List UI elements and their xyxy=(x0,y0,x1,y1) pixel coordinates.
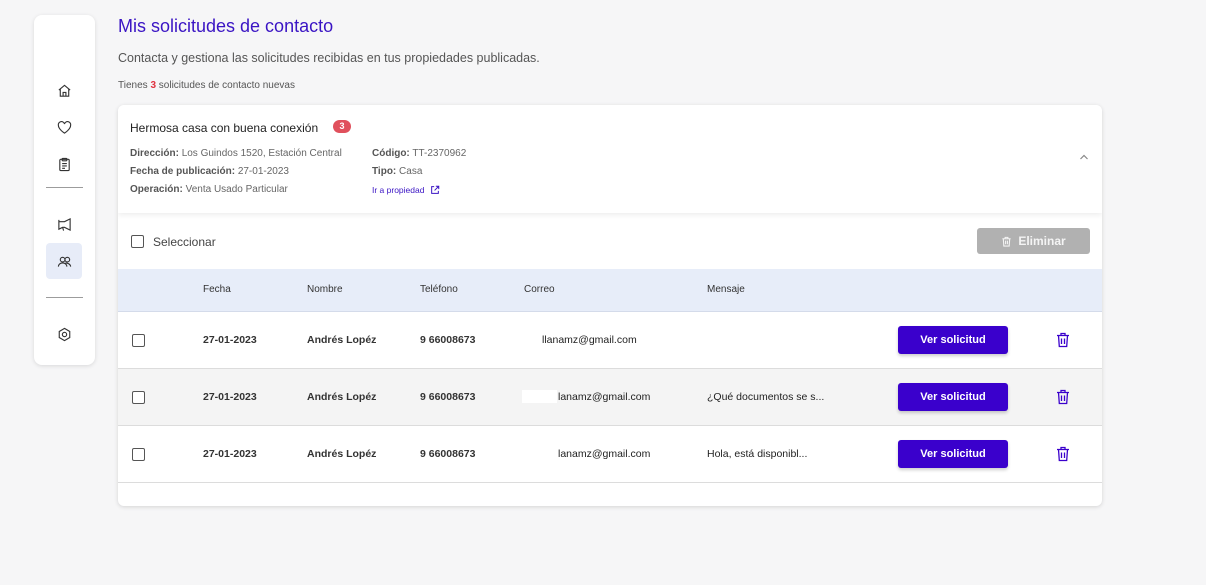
type-label: Tipo: xyxy=(372,166,397,177)
users-icon xyxy=(57,256,71,267)
row-fecha: 27-01-2023 xyxy=(203,334,257,346)
settings-icon xyxy=(58,327,70,341)
column-header-correo: Correo xyxy=(524,284,555,295)
heart-icon xyxy=(57,120,71,134)
sidebar-item-publications[interactable] xyxy=(46,146,82,182)
trash-icon[interactable] xyxy=(1056,332,1070,348)
row-checkbox[interactable] xyxy=(132,391,145,404)
column-header-telefono: Teléfono xyxy=(420,284,458,295)
table-row: 27-01-2023 Andrés Lopéz 9 66008673 llana… xyxy=(118,312,1102,369)
row-mensaje: Hola, está disponibl... xyxy=(707,448,808,460)
go-to-property-label: Ir a propiedad xyxy=(372,185,425,195)
property-type: Tipo: Casa xyxy=(372,166,422,177)
selection-toolbar: Seleccionar Eliminar xyxy=(118,213,1102,269)
trash-icon[interactable] xyxy=(1056,389,1070,405)
new-requests-counter: Tienes 3 solicitudes de contacto nuevas xyxy=(118,80,295,91)
address-value: Los Guindos 1520, Estación Central xyxy=(181,148,342,159)
code-value: TT-2370962 xyxy=(412,148,467,159)
table-row: 27-01-2023 Andrés Lopéz 9 66008673 lanam… xyxy=(118,426,1102,483)
view-request-button[interactable]: Ver solicitud xyxy=(898,440,1008,468)
view-request-button[interactable]: Ver solicitud xyxy=(898,383,1008,411)
redaction-mask xyxy=(522,390,557,403)
sidebar-divider xyxy=(46,297,83,298)
operation-value: Venta Usado Particular xyxy=(185,184,288,195)
row-checkbox[interactable] xyxy=(132,334,145,347)
page-subtitle: Contacta y gestiona las solicitudes reci… xyxy=(118,51,540,65)
page-title: Mis solicitudes de contacto xyxy=(118,16,334,36)
column-header-fecha: Fecha xyxy=(203,284,231,295)
counter-suffix: solicitudes de contacto nuevas xyxy=(158,80,295,91)
sidebar-item-favorites[interactable] xyxy=(46,109,82,145)
delete-label: Eliminar xyxy=(1018,234,1066,248)
date-value: 27-01-2023 xyxy=(237,166,289,177)
property-operation: Operación: Venta Usado Particular xyxy=(130,184,288,195)
sidebar xyxy=(34,15,95,365)
property-title: Hermosa casa con buena conexión xyxy=(130,121,319,135)
table-header: Fecha Nombre Teléfono Correo Mensaje xyxy=(118,269,1102,312)
row-telefono: 9 66008673 xyxy=(420,334,476,346)
row-correo: lanamz@gmail.com xyxy=(558,391,651,403)
counter-prefix: Tienes xyxy=(118,80,148,91)
sidebar-item-settings[interactable] xyxy=(46,316,82,352)
property-code: Código: TT-2370962 xyxy=(372,148,466,159)
row-mensaje: ¿Qué documentos se s... xyxy=(707,391,825,403)
code-label: Código: xyxy=(372,148,410,159)
counter-number: 3 xyxy=(150,80,156,91)
type-value: Casa xyxy=(399,166,423,177)
property-date: Fecha de publicación: 27-01-2023 xyxy=(130,166,289,177)
sidebar-item-home[interactable] xyxy=(46,72,82,108)
select-all-checkbox[interactable] xyxy=(131,235,144,248)
row-nombre: Andrés Lopéz xyxy=(307,334,377,346)
sidebar-divider xyxy=(46,187,83,188)
chevron-up-icon[interactable] xyxy=(1078,151,1090,163)
row-nombre: Andrés Lopéz xyxy=(307,391,377,403)
column-header-mensaje: Mensaje xyxy=(707,284,745,295)
column-header-nombre: Nombre xyxy=(307,284,343,295)
external-link-icon xyxy=(431,185,440,194)
row-correo: llanamz@gmail.com xyxy=(542,334,637,346)
row-checkbox[interactable] xyxy=(132,448,145,461)
requests-badge: 3 xyxy=(333,120,351,133)
select-all-label[interactable]: Seleccionar xyxy=(153,235,216,249)
row-telefono: 9 66008673 xyxy=(420,448,476,460)
go-to-property-link[interactable]: Ir a propiedad xyxy=(372,185,440,195)
trash-icon[interactable] xyxy=(1056,446,1070,462)
row-fecha: 27-01-2023 xyxy=(203,391,257,403)
property-summary: Hermosa casa con buena conexión 3 Direcc… xyxy=(118,105,1102,213)
sidebar-item-campaigns[interactable] xyxy=(46,206,82,242)
requests-card: Hermosa casa con buena conexión 3 Direcc… xyxy=(118,105,1102,506)
table-row: 27-01-2023 Andrés Lopéz 9 66008673 lanam… xyxy=(118,369,1102,426)
clipboard-icon xyxy=(58,157,70,171)
row-fecha: 27-01-2023 xyxy=(203,448,257,460)
delete-button[interactable]: Eliminar xyxy=(977,228,1090,254)
view-request-button[interactable]: Ver solicitud xyxy=(898,326,1008,354)
row-nombre: Andrés Lopéz xyxy=(307,448,377,460)
home-icon xyxy=(58,84,70,97)
trash-icon xyxy=(1002,236,1011,247)
sidebar-item-contacts[interactable] xyxy=(46,243,82,279)
operation-label: Operación: xyxy=(130,184,183,195)
property-address: Dirección: Los Guindos 1520, Estación Ce… xyxy=(130,148,342,159)
row-telefono: 9 66008673 xyxy=(420,391,476,403)
date-label: Fecha de publicación: xyxy=(130,166,236,177)
megaphone-icon xyxy=(57,217,71,231)
row-correo: lanamz@gmail.com xyxy=(558,448,651,460)
address-label: Dirección: xyxy=(130,148,179,159)
